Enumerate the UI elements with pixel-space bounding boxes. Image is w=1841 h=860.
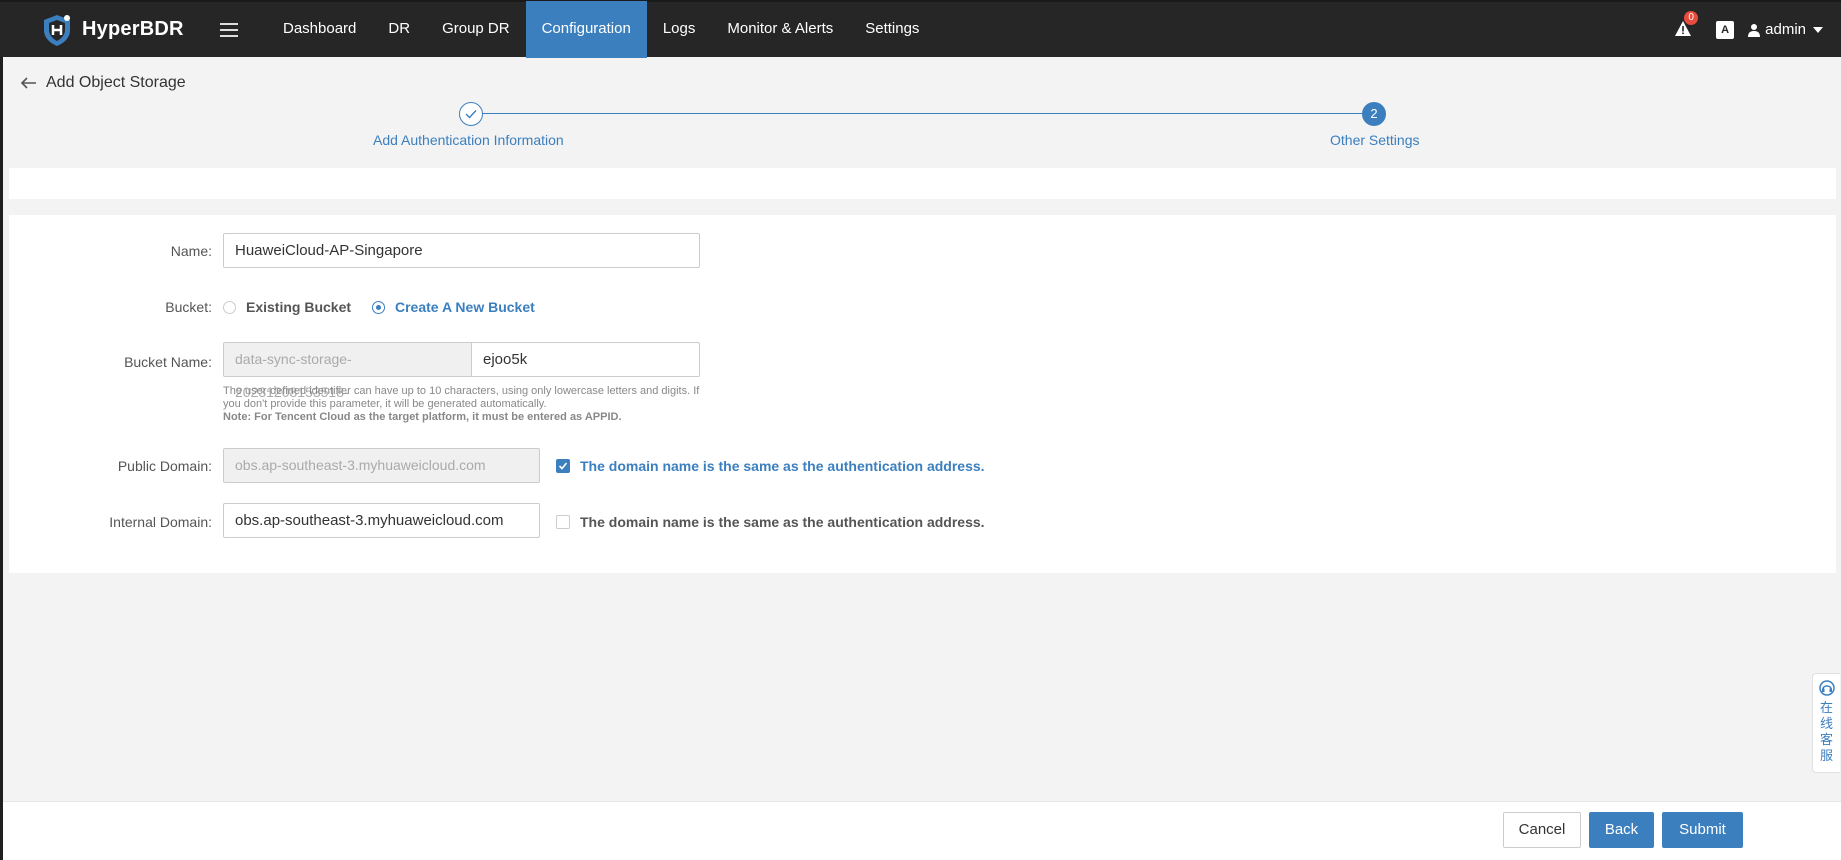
step-2-indicator: 2 — [1362, 102, 1386, 126]
headset-icon — [1818, 680, 1835, 696]
step-1-indicator — [459, 102, 483, 126]
user-icon — [1748, 23, 1761, 37]
nav-item-configuration[interactable]: Configuration — [525, 1, 647, 58]
alert-count-badge: 0 — [1684, 10, 1699, 25]
bucket-name-label: Bucket Name: — [124, 354, 212, 370]
existing-bucket-radio[interactable] — [223, 301, 236, 314]
info-strip — [9, 168, 1836, 199]
public-domain-label: Public Domain: — [117, 458, 212, 474]
bucket-name-hint-text: The user-defined identifier can have up … — [223, 385, 700, 410]
step-1-label: Add Authentication Information — [373, 132, 564, 148]
nav-item-logs[interactable]: Logs — [647, 1, 712, 58]
bucket-name-input[interactable]: ejoo5k — [471, 342, 700, 377]
page-header: Add Object Storage — [20, 74, 186, 92]
bucket-label: Bucket: — [165, 299, 212, 315]
alerts-button[interactable]: 0 — [1674, 10, 1699, 40]
internal-domain-same-checkbox[interactable] — [556, 515, 570, 529]
nav-item-monitor-alerts[interactable]: Monitor & Alerts — [711, 1, 849, 58]
stepper-line — [482, 113, 1363, 114]
nav-item-dr[interactable]: DR — [372, 1, 426, 58]
back-arrow-icon[interactable] — [20, 76, 38, 90]
online-support-tab[interactable]: 在线客服 — [1812, 673, 1840, 773]
top-navigation-bar: HyperBDR Dashboard DR Group DR Configura… — [0, 0, 1841, 58]
create-new-bucket-label[interactable]: Create A New Bucket — [395, 299, 535, 315]
internal-domain-label: Internal Domain: — [109, 514, 212, 530]
nav-item-group-dr[interactable]: Group DR — [426, 1, 526, 58]
bucket-name-note: Note: For Tencent Cloud as the target pl… — [223, 411, 622, 423]
check-icon — [465, 110, 477, 119]
user-menu[interactable]: admin — [1748, 21, 1823, 38]
brand-logo[interactable]: HyperBDR — [40, 13, 200, 47]
nav-item-dashboard[interactable]: Dashboard — [267, 1, 372, 58]
page-title: Add Object Storage — [46, 74, 186, 91]
internal-domain-input[interactable]: obs.ap-southeast-3.myhuaweicloud.com — [223, 503, 540, 538]
cancel-button[interactable]: Cancel — [1503, 812, 1581, 848]
public-domain-input: obs.ap-southeast-3.myhuaweicloud.com — [223, 448, 540, 483]
chevron-down-icon — [1813, 26, 1823, 33]
submit-button[interactable]: Submit — [1662, 812, 1743, 848]
translate-icon[interactable]: A — [1716, 20, 1735, 39]
internal-domain-same-label[interactable]: The domain name is the same as the authe… — [580, 514, 985, 530]
name-label: Name: — [170, 243, 212, 259]
back-button[interactable]: Back — [1589, 812, 1654, 848]
shield-logo-icon — [44, 14, 70, 46]
nav-item-settings[interactable]: Settings — [849, 1, 935, 58]
top-right-tools: 0 A admin — [1674, 2, 1841, 57]
public-domain-same-label[interactable]: The domain name is the same as the authe… — [580, 458, 985, 474]
online-support-label: 在线客服 — [1819, 700, 1833, 763]
main-nav: Dashboard DR Group DR Configuration Logs… — [267, 1, 935, 58]
name-input[interactable]: HuaweiCloud-AP-Singapore — [223, 233, 700, 268]
public-domain-same-checkbox[interactable] — [556, 459, 570, 473]
user-name: admin — [1765, 21, 1806, 38]
existing-bucket-label[interactable]: Existing Bucket — [246, 299, 351, 315]
menu-icon[interactable] — [220, 22, 238, 38]
step-2-label: Other Settings — [1330, 132, 1420, 148]
bucket-name-prefix: data-sync-storage-20231208153518- — [223, 342, 472, 400]
create-new-bucket-radio[interactable] — [372, 301, 385, 314]
window-edge — [0, 57, 3, 860]
brand-name: HyperBDR — [82, 18, 184, 40]
check-icon — [558, 462, 568, 470]
bucket-name-hint: The user-defined identifier can have up … — [223, 385, 703, 424]
